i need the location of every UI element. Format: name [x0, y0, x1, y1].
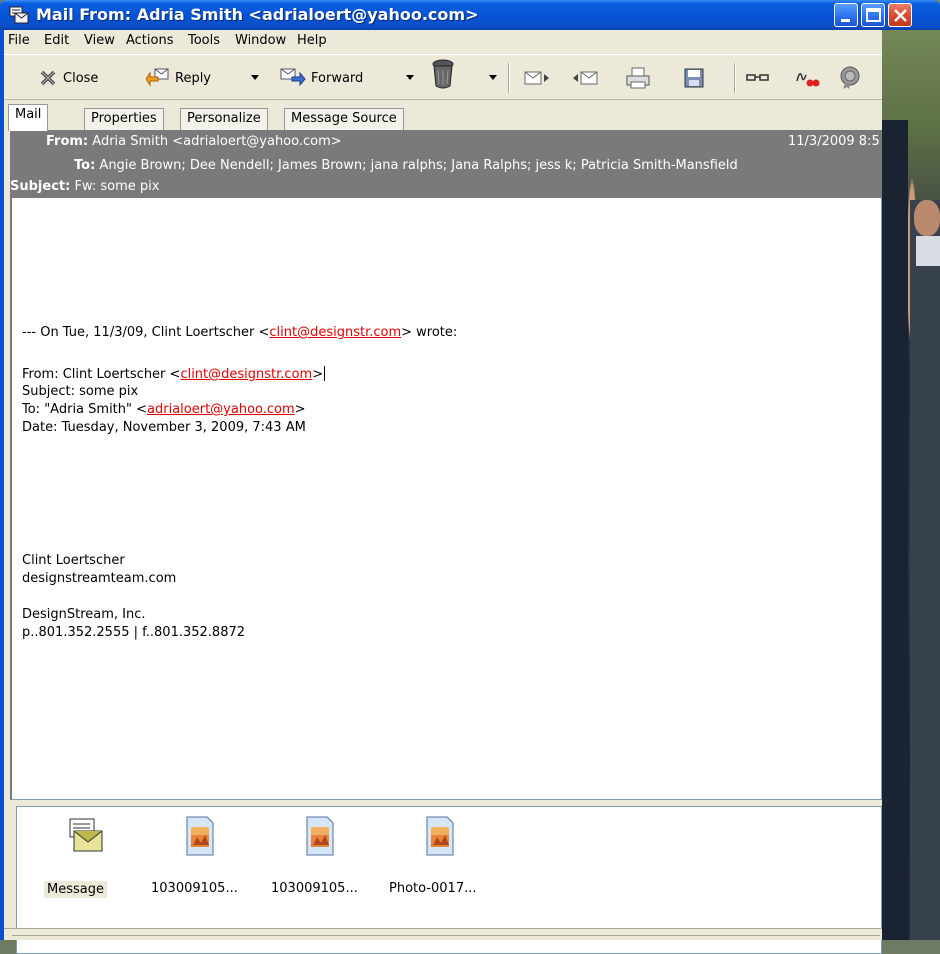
reply-label: Reply	[175, 70, 212, 86]
toolbar: Close Reply Forward	[4, 54, 882, 100]
header-to: To: Angie Brown; Dee Nendell; James Brow…	[74, 158, 738, 173]
header-subject: Subject: Fw: some pix	[10, 179, 159, 194]
image-file-icon	[306, 816, 334, 856]
signature-button[interactable]	[794, 65, 820, 91]
menu-actions[interactable]: Actions	[126, 33, 174, 48]
header-subject-value: Fw: some pix	[74, 179, 160, 194]
tab-strip: Mail Properties Personalize Message Sour…	[4, 102, 882, 131]
attachment-image-2[interactable]: 103009105...	[265, 815, 375, 896]
quoted-date-line: Date: Tuesday, November 3, 2009, 7:43 AM	[22, 420, 306, 435]
seal-button[interactable]	[838, 65, 862, 91]
attachment-image-1[interactable]: 103009105...	[145, 815, 255, 896]
header-from-value: Adria Smith <adrialoert@yahoo.com>	[92, 134, 342, 149]
attachment-image-2-label: 103009105...	[271, 881, 358, 896]
header-to-value: Angie Brown; Dee Nendell; James Brown; j…	[99, 158, 738, 173]
mail-window: Mail From: Adria Smith <adrialoert@yahoo…	[0, 0, 940, 954]
message-header: From: Adria Smith <adrialoert@yahoo.com>…	[10, 130, 882, 198]
header-to-label: To:	[74, 158, 96, 173]
reply-icon	[146, 68, 169, 87]
tab-message-source[interactable]: Message Source	[284, 108, 404, 130]
print-icon	[626, 67, 650, 89]
header-subject-label: Subject:	[10, 179, 71, 194]
close-label: Close	[63, 70, 99, 86]
sender-email-link[interactable]: clint@designstr.com	[269, 325, 401, 340]
print-button[interactable]	[626, 65, 650, 91]
seal-icon	[840, 66, 860, 89]
mail-app-icon	[9, 6, 29, 24]
tab-properties[interactable]: Properties	[84, 108, 164, 130]
quoted-from-email-link[interactable]: clint@designstr.com	[180, 367, 312, 382]
previous-message-icon	[573, 71, 598, 85]
delete-button[interactable]	[430, 59, 456, 89]
status-bar	[4, 928, 882, 940]
previous-message-button[interactable]	[572, 65, 598, 91]
quoted-from-line: From: Clint Loertscher <clint@designstr.…	[22, 366, 326, 382]
attachment-image-3[interactable]: Photo-0017...	[385, 815, 495, 896]
quote-intro-line: --- On Tue, 11/3/09, Clint Loertscher <c…	[22, 325, 458, 340]
forward-dropdown-icon[interactable]	[406, 75, 414, 80]
menu-window[interactable]: Window	[235, 33, 286, 48]
header-from-label: From:	[46, 134, 89, 149]
tab-mail[interactable]: Mail	[8, 104, 49, 131]
forward-icon	[280, 68, 306, 87]
menu-view[interactable]: View	[84, 33, 115, 48]
quoted-subject-line: Subject: some pix	[22, 384, 139, 399]
attachment-message[interactable]: Message	[31, 815, 141, 898]
signature-phone: p..801.352.2555 | f..801.352.8872	[22, 625, 246, 640]
image-file-icon	[426, 816, 454, 856]
title-bar[interactable]: Mail From: Adria Smith <adrialoert@yahoo…	[0, 0, 940, 30]
header-from: From: Adria Smith <adrialoert@yahoo.com>	[46, 134, 342, 149]
text-cursor	[324, 366, 326, 381]
forward-button[interactable]: Forward	[280, 65, 363, 91]
attachment-image-1-label: 103009105...	[151, 881, 238, 896]
close-x-icon	[40, 70, 56, 86]
signature-website: designstreamteam.com	[22, 571, 177, 586]
reply-dropdown-icon[interactable]	[251, 75, 259, 80]
reply-button[interactable]: Reply	[146, 65, 211, 91]
quoted-to-email-link[interactable]: adrialoert@yahoo.com	[147, 402, 295, 417]
trash-can-icon	[432, 59, 454, 89]
save-icon	[684, 68, 704, 88]
minimize-button[interactable]	[834, 3, 858, 27]
window-content: File Edit View Actions Tools Window Help…	[4, 30, 882, 954]
close-window-button[interactable]	[888, 3, 912, 27]
forward-label: Forward	[311, 70, 364, 86]
signature-icon	[796, 73, 820, 87]
menu-file[interactable]: File	[8, 33, 30, 48]
next-message-icon	[524, 71, 549, 85]
menu-edit[interactable]: Edit	[44, 33, 69, 48]
window-title: Mail From: Adria Smith <adrialoert@yahoo…	[36, 5, 479, 24]
delete-dropdown-icon[interactable]	[489, 75, 497, 80]
image-file-icon	[186, 816, 214, 856]
menu-bar: File Edit View Actions Tools Window Help	[4, 30, 882, 52]
quoted-to-line: To: "Adria Smith" <adrialoert@yahoo.com>	[22, 402, 306, 417]
menu-tools[interactable]: Tools	[188, 33, 220, 48]
close-button[interactable]: Close	[38, 65, 98, 91]
header-date: 11/3/2009 8:5	[788, 134, 880, 149]
menu-help[interactable]: Help	[297, 33, 327, 48]
maximize-button[interactable]	[861, 3, 885, 27]
signature-name: Clint Loertscher	[22, 553, 125, 568]
attachment-message-label: Message	[44, 881, 107, 898]
signature-company: DesignStream, Inc.	[22, 607, 146, 622]
message-envelope-icon	[69, 818, 103, 852]
save-button[interactable]	[684, 65, 704, 91]
glasses-icon	[746, 74, 769, 81]
glasses-button[interactable]	[746, 65, 770, 91]
attachment-image-3-label: Photo-0017...	[389, 881, 477, 896]
next-message-button[interactable]	[524, 65, 550, 91]
message-body[interactable]: --- On Tue, 11/3/09, Clint Loertscher <c…	[10, 198, 882, 800]
tab-personalize[interactable]: Personalize	[180, 108, 268, 130]
